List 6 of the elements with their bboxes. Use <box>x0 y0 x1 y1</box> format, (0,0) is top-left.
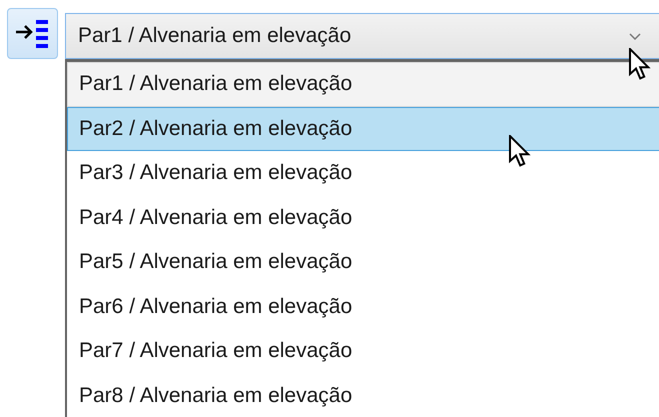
chevron-down-icon <box>629 32 641 40</box>
mouse-pointer-icon <box>509 135 533 169</box>
dropdown-option[interactable]: Par2 / Alvenaria em elevação <box>67 106 659 151</box>
indent-list-button[interactable] <box>7 8 58 59</box>
dropdown-option[interactable]: Par1 / Alvenaria em elevação <box>67 62 659 106</box>
dropdown-field[interactable]: Par1 / Alvenaria em elevação <box>65 13 659 59</box>
